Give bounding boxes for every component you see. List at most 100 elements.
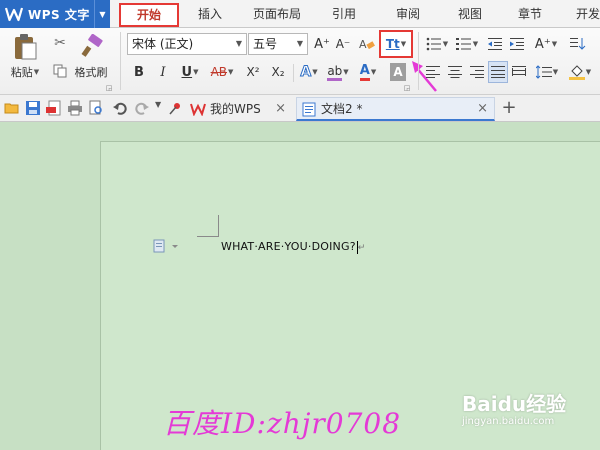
- text-effect-dropdown-icon: ▼: [312, 68, 318, 76]
- tab-chapter[interactable]: 章节: [508, 0, 552, 28]
- align-left-button[interactable]: [424, 62, 442, 82]
- grow-font-button[interactable]: A⁺: [313, 34, 331, 54]
- export-pdf-icon[interactable]: [46, 100, 62, 116]
- format-painter-label[interactable]: 格式刷: [70, 64, 112, 80]
- paste-label-button[interactable]: 粘贴 ▼: [6, 64, 44, 80]
- bold-button[interactable]: B: [131, 62, 147, 82]
- doc-tab-my-wps[interactable]: 我的WPS ×: [185, 97, 293, 121]
- tab-insert[interactable]: 插入: [188, 0, 232, 28]
- document-text-line[interactable]: WHAT·ARE·YOU·DOING? ↵: [221, 240, 366, 254]
- tab-view[interactable]: 视图: [448, 0, 492, 28]
- clear-format-button[interactable]: A: [357, 34, 377, 54]
- justify-icon: [491, 66, 505, 78]
- subscript-button[interactable]: X₂: [268, 62, 288, 82]
- tab-developer[interactable]: 开发: [568, 0, 600, 28]
- quick-access-bar: ▼ 我的WPS × 文档2 * × +: [0, 95, 600, 122]
- tab-references[interactable]: 引用: [322, 0, 366, 28]
- font-name-select[interactable]: 宋体 (正文) ▼: [127, 33, 247, 55]
- change-case-label: Tt: [385, 37, 400, 51]
- document-file-icon: [302, 102, 316, 117]
- copy-button[interactable]: [50, 62, 70, 80]
- tab-home[interactable]: 开始: [119, 3, 179, 27]
- strikethrough-button[interactable]: AB ▼: [207, 62, 237, 82]
- font-name-value: 宋体 (正文): [132, 37, 194, 51]
- print-icon[interactable]: [67, 100, 83, 116]
- text-direction-icon: A⁺: [534, 36, 551, 52]
- app-title: WPS 文字: [28, 7, 90, 22]
- increase-indent-icon: [510, 38, 524, 50]
- eraser-icon: A: [359, 38, 375, 51]
- increase-indent-button[interactable]: [508, 34, 526, 54]
- sort-icon: [570, 38, 586, 50]
- highlight-button[interactable]: ab ▼: [325, 62, 351, 82]
- underline-label: U: [181, 64, 193, 80]
- ribbon-toolbar: 粘贴 ▼ ✂ 格式刷 宋体 (正文) ▼ 五号 ▼ A⁺ A⁻ A Tt ▼ B…: [0, 28, 600, 95]
- wps-logo-icon: [5, 7, 23, 22]
- decrease-indent-button[interactable]: [486, 34, 504, 54]
- app-dropdown-arrow-icon[interactable]: ▼: [94, 0, 110, 28]
- font-color-button[interactable]: A ▼: [355, 62, 381, 82]
- pin-icon[interactable]: [167, 100, 183, 116]
- close-tab-icon[interactable]: ×: [477, 98, 488, 120]
- change-case-button[interactable]: Tt ▼: [379, 30, 413, 58]
- highlight-dropdown-icon: ▼: [343, 68, 349, 76]
- redo-icon[interactable]: [134, 100, 150, 116]
- text-effect-label: A: [300, 64, 312, 81]
- numbered-list-button[interactable]: ▼: [454, 34, 480, 54]
- font-group-launcher-icon[interactable]: ◲: [403, 84, 411, 92]
- tab-review[interactable]: 审阅: [386, 0, 430, 28]
- align-center-button[interactable]: [446, 62, 464, 82]
- baidu-url-text: jingyan.baidu.com: [462, 416, 555, 427]
- sort-button[interactable]: [566, 34, 590, 54]
- open-folder-icon[interactable]: [4, 100, 20, 116]
- paste-button[interactable]: [8, 32, 42, 62]
- change-case-dropdown-icon: ▼: [400, 40, 407, 48]
- format-painter-brush-icon: [81, 34, 103, 57]
- font-color-label: A: [359, 63, 370, 81]
- underline-button[interactable]: U ▼: [178, 62, 202, 82]
- line-spacing-dropdown-icon: ▼: [552, 68, 559, 76]
- bullet-list-icon: [426, 37, 441, 51]
- justify-button[interactable]: [488, 61, 508, 83]
- format-painter-button[interactable]: [78, 32, 106, 60]
- paste-label: 粘贴: [10, 66, 33, 79]
- font-size-dropdown-icon: ▼: [296, 39, 304, 48]
- save-icon[interactable]: [25, 100, 41, 116]
- doc-tab-label: 我的WPS: [210, 102, 261, 116]
- shading-fill-button[interactable]: ▼: [566, 62, 594, 82]
- distributed-align-button[interactable]: [510, 62, 528, 82]
- paragraph-layout-icon[interactable]: [153, 239, 179, 253]
- print-preview-icon[interactable]: [88, 100, 104, 116]
- page-margin-corner-mark: [197, 215, 219, 237]
- ribbon-divider: [120, 32, 121, 90]
- undo-icon[interactable]: [112, 100, 128, 116]
- tab-page-layout[interactable]: 页面布局: [248, 0, 306, 28]
- document-text: WHAT·ARE·YOU·DOING?: [221, 240, 356, 253]
- baidu-id-watermark: 百度ID:zhjr0708: [163, 407, 402, 440]
- line-spacing-icon: [535, 65, 552, 79]
- superscript-button[interactable]: X²: [243, 62, 263, 82]
- doc-tab-document2[interactable]: 文档2 * ×: [296, 97, 495, 121]
- cut-button[interactable]: ✂: [50, 34, 70, 52]
- align-right-button[interactable]: [468, 62, 486, 82]
- menu-bar: WPS 文字 ▼ 开始 插入 页面布局 引用 审阅 视图 章节 开发: [0, 0, 600, 28]
- italic-button[interactable]: I: [155, 62, 171, 82]
- clipboard-group-launcher-icon[interactable]: ◲: [105, 84, 113, 92]
- line-spacing-button[interactable]: ▼: [534, 62, 560, 82]
- strikethrough-dropdown-icon: ▼: [228, 68, 234, 76]
- text-effect-button[interactable]: A ▼: [297, 62, 321, 82]
- doc-tab-label: 文档2 *: [321, 102, 363, 116]
- align-right-icon: [470, 66, 484, 78]
- app-menu-button[interactable]: WPS 文字 ▼: [0, 0, 110, 28]
- character-shading-button[interactable]: A: [390, 63, 406, 81]
- font-size-select[interactable]: 五号 ▼: [248, 33, 308, 55]
- new-tab-plus-icon[interactable]: +: [499, 97, 519, 119]
- bullet-list-button[interactable]: ▼: [424, 34, 450, 54]
- close-tab-icon[interactable]: ×: [275, 98, 286, 120]
- numbered-list-icon: [455, 38, 471, 50]
- shrink-font-button[interactable]: A⁻: [334, 34, 352, 54]
- decrease-indent-icon: [488, 38, 502, 50]
- text-direction-button[interactable]: A⁺ ▼: [533, 34, 559, 54]
- distributed-align-icon: [512, 66, 526, 76]
- paste-clipboard-icon: [15, 34, 37, 60]
